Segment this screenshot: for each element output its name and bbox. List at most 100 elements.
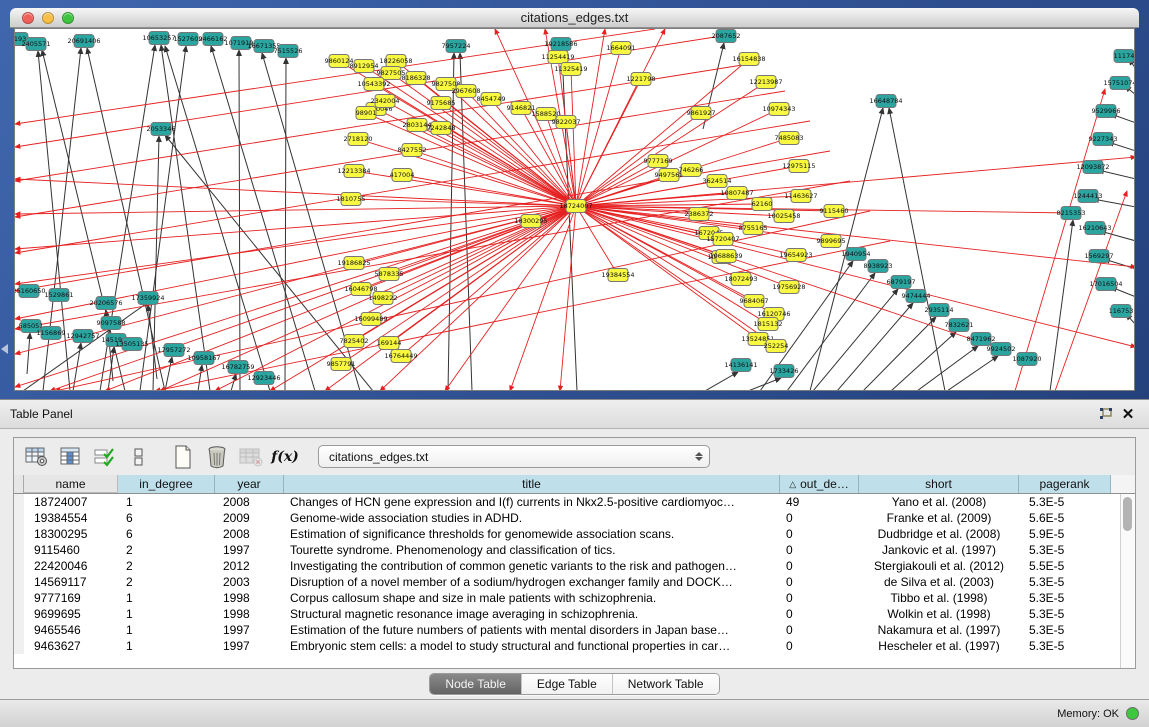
column-header-title[interactable]: title <box>284 475 780 493</box>
graph-node[interactable]: 3624514 <box>703 175 732 188</box>
graph-edge[interactable] <box>889 108 945 391</box>
graph-node[interactable]: 19218586 <box>544 38 577 51</box>
graph-node[interactable]: 9684067 <box>740 295 769 308</box>
graph-node[interactable]: 116753 <box>1109 305 1134 318</box>
graph-node[interactable]: 19384554 <box>601 269 634 282</box>
graph-node[interactable]: 9474444 <box>902 290 931 303</box>
graph-edge[interactable] <box>576 206 1001 349</box>
graph-edge[interactable] <box>813 289 898 391</box>
graph-node[interactable]: 20691406 <box>67 35 100 48</box>
graph-node[interactable]: 12923446 <box>247 372 280 385</box>
table-settings-icon[interactable] <box>22 444 52 470</box>
graph-node[interactable]: 2935114 <box>925 304 954 317</box>
graph-node[interactable]: 17359924 <box>131 292 164 305</box>
close-window-button[interactable] <box>22 12 34 24</box>
graph-node[interactable]: 62160 <box>752 198 773 211</box>
graph-edge[interactable] <box>15 121 810 253</box>
graph-node[interactable]: 9227343 <box>1089 133 1118 146</box>
graph-node[interactable]: 9175685 <box>427 97 456 110</box>
graph-edge[interactable] <box>947 356 998 391</box>
scrollbar-thumb[interactable] <box>1123 497 1132 531</box>
graph-edge[interactable] <box>891 332 956 391</box>
tab-edge-table[interactable]: Edge Table <box>522 674 613 694</box>
graph-node[interactable]: 10958167 <box>187 352 220 365</box>
graph-node[interactable]: 17957272 <box>157 344 190 357</box>
graph-node[interactable]: 19654923 <box>779 249 812 262</box>
graph-node[interactable]: 746266 <box>679 164 704 177</box>
graph-edge[interactable] <box>1098 170 1135 179</box>
graph-node[interactable]: 1221798 <box>627 73 656 86</box>
table-row[interactable]: 1872400712008Changes of HCN gene express… <box>14 494 1135 510</box>
graph-edge[interactable] <box>576 206 1135 347</box>
graph-edge[interactable] <box>748 378 781 391</box>
graph-node[interactable]: 2718120 <box>344 133 373 146</box>
graph-edge[interactable] <box>165 46 270 391</box>
graph-node[interactable]: 9097588 <box>97 317 126 330</box>
graph-node[interactable]: 8938923 <box>864 260 893 273</box>
graph-node[interactable]: 10653257 <box>142 32 175 45</box>
graph-edge[interactable] <box>576 29 665 206</box>
graph-node[interactable]: 12975115 <box>782 160 815 173</box>
graph-node[interactable]: 2803144 <box>403 119 432 132</box>
graph-node[interactable]: 12213384 <box>337 165 370 178</box>
graph-edge[interactable] <box>366 113 576 206</box>
float-panel-icon[interactable] <box>1095 405 1117 423</box>
graph-node[interactable]: 9777169 <box>644 155 673 168</box>
graph-edge[interactable] <box>15 151 830 291</box>
function-builder-icon[interactable]: f(x) <box>270 444 300 470</box>
graph-node[interactable]: 8186328 <box>402 72 431 85</box>
graph-node[interactable]: 18072493 <box>724 273 757 286</box>
graph-node[interactable]: 1087920 <box>1013 353 1042 366</box>
graph-edge[interactable] <box>705 372 738 391</box>
graph-edge[interactable] <box>1050 220 1073 391</box>
graph-node[interactable]: 10974343 <box>762 103 795 116</box>
graph-node[interactable]: 8755165 <box>739 222 768 235</box>
graph-node[interactable]: 1156869 <box>37 327 66 340</box>
graph-node[interactable]: 417004 <box>390 169 415 182</box>
graph-node[interactable]: 14136141 <box>724 359 757 372</box>
graph-node[interactable]: 1815132 <box>754 318 783 331</box>
graph-edge[interactable] <box>380 206 576 391</box>
graph-node[interactable]: 10807487 <box>720 187 753 200</box>
graph-node[interactable]: 20206576 <box>89 297 122 310</box>
graph-node[interactable]: 2053346 <box>147 123 176 136</box>
graph-node[interactable]: 1569297 <box>1085 250 1114 263</box>
graph-edge[interactable] <box>560 206 576 391</box>
vertical-scrollbar[interactable] <box>1120 494 1135 668</box>
graph-node[interactable]: 1498222 <box>369 292 398 305</box>
graph-node[interactable]: 25160650 <box>15 285 46 298</box>
graph-node[interactable]: 9861927 <box>687 107 716 120</box>
graph-node[interactable]: 7957224 <box>442 40 471 53</box>
graph-node[interactable]: 1529861 <box>45 289 74 302</box>
graph-edge[interactable] <box>576 181 717 206</box>
graph-edge[interactable] <box>27 333 30 374</box>
graph-node[interactable]: 13505135 <box>115 338 148 351</box>
graph-node[interactable]: 16154838 <box>732 53 765 66</box>
graph-edge[interactable] <box>576 113 701 206</box>
graph-node[interactable]: 11174 <box>1114 50 1135 63</box>
table-row[interactable]: 1456911722003Disruption of a novel membe… <box>14 574 1135 590</box>
graph-edge[interactable] <box>161 45 210 391</box>
delete-column-icon[interactable] <box>202 444 232 470</box>
column-visibility-icon[interactable] <box>56 444 86 470</box>
graph-edge[interactable] <box>211 46 315 391</box>
tab-network-table[interactable]: Network Table <box>613 674 719 694</box>
graph-node[interactable]: 8912954 <box>350 60 379 73</box>
row-height-icon[interactable] <box>124 444 154 470</box>
graph-node[interactable]: 15751074 <box>1103 77 1135 90</box>
graph-node[interactable]: 1810755 <box>337 193 366 206</box>
graph-node[interactable]: 2342004 <box>371 95 400 108</box>
graph-node[interactable]: 169144 <box>377 337 402 350</box>
table-row[interactable]: 2242004622012Investigating the contribut… <box>14 558 1135 574</box>
graph-node[interactable]: 19756928 <box>772 281 805 294</box>
select-all-rows-icon[interactable] <box>90 444 120 470</box>
column-header-year[interactable]: year <box>215 475 284 493</box>
column-header-pagerank[interactable]: pagerank <box>1019 475 1111 493</box>
graph-node[interactable]: 9899695 <box>817 235 846 248</box>
graph-edge[interactable] <box>198 365 202 391</box>
column-header-name[interactable]: name <box>24 475 118 493</box>
graph-node[interactable]: 8454749 <box>477 93 506 106</box>
graph-edge[interactable] <box>15 37 715 147</box>
graph-node[interactable]: 98901 <box>356 107 377 120</box>
graph-edge[interactable] <box>863 317 936 391</box>
